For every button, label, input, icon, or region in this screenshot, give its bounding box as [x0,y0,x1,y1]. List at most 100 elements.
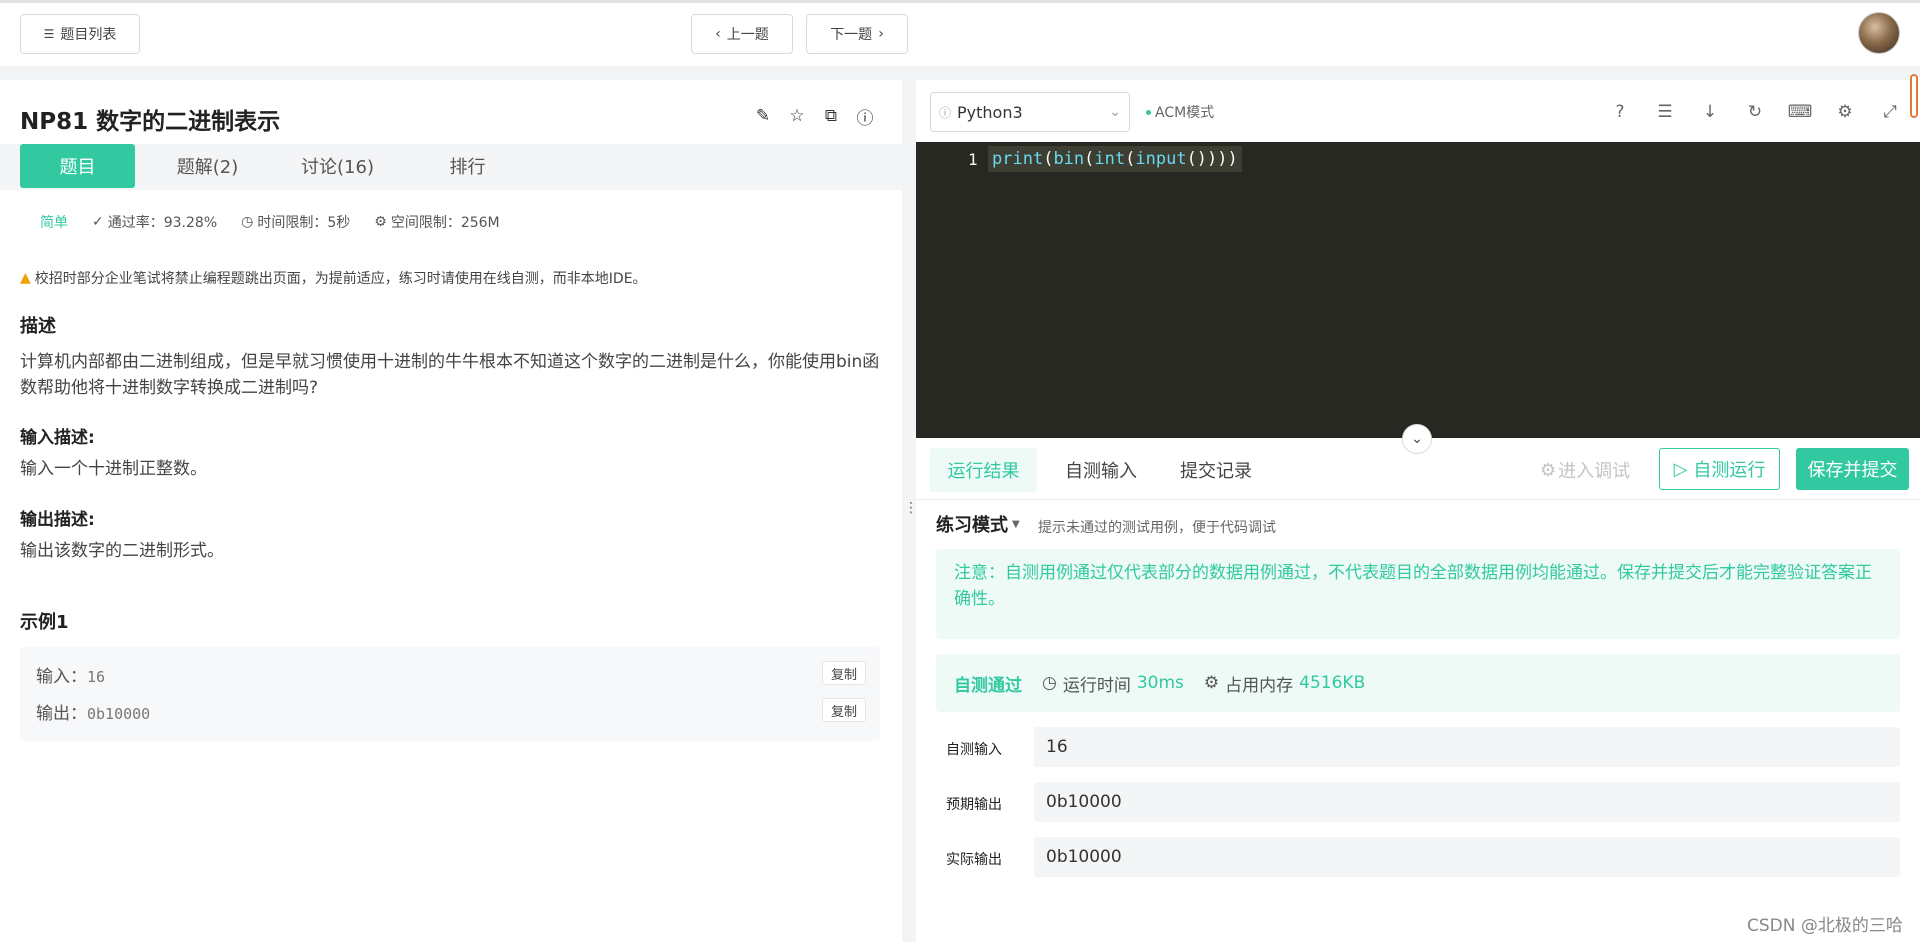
settings-icon[interactable]: ⚙ [1833,100,1857,124]
code-token: print [992,149,1044,169]
chevron-down-icon: ⌄ [1411,431,1423,447]
save-submit-button[interactable]: 保存并提交 [1796,448,1909,490]
code-token: int [1094,149,1126,169]
outline-list-icon[interactable]: ☰ [1653,100,1677,124]
language-select[interactable]: ⓘ Python3 ⌄ [930,92,1130,132]
code-token: ( [1125,149,1136,169]
enter-debug-button[interactable]: ⚙ 进入调试 [1540,448,1630,492]
clock-icon: ◷ [241,214,254,230]
example-output-row: 输出：0b10000 [36,699,150,724]
acm-mode-label: ACM模式 [1155,105,1215,121]
code-line[interactable]: print(bin(int(input()))) [988,146,1242,172]
language-value: Python3 [957,102,1023,122]
problem-list-label: 题目列表 [60,27,117,43]
actual-output-label: 实际输出 [946,852,1002,868]
refresh-icon[interactable]: ↻ [1743,100,1767,124]
next-problem-button[interactable]: 下一题 › [806,14,908,54]
example-input-label: 输入： [36,667,87,687]
play-icon: ▷ [1673,458,1688,480]
description-heading: 描述 [20,316,56,337]
problem-panel: NP81 数字的二进制表示 ✎ ☆ ⧉ ⓘ 题目 题解(2) 讨论(16) 排行… [0,80,902,942]
mode-dot [1146,109,1151,115]
mode-hint: 提示未通过的测试用例，便于代码调试 [1038,520,1276,536]
output-description: 输出该数字的二进制形式。 [20,541,224,561]
test-status-box: 自测通过 ◷ 运行时间 30ms ⚙ 占用内存 4516KB [936,654,1900,712]
space-limit-text: 空间限制：256M [390,215,500,231]
runtime-label: 运行时间 [1062,675,1131,696]
example-box: 输入：16 复制 输出：0b10000 复制 [20,647,880,741]
star-icon[interactable]: ☆ [787,106,807,126]
notice-box: 注意：自测用例通过仅代表部分的数据用例通过，不代表题目的全部数据用例均能通过。保… [936,549,1900,639]
code-token: bin [1053,149,1085,169]
title-actions: ✎ ☆ ⧉ ⓘ [753,106,875,129]
pass-rate: ✓ 通过率：93.28% [92,212,217,232]
memory-stat: ⚙ 占用内存 4516KB [1204,671,1365,696]
code-editor[interactable]: 1 print(bin(int(input()))) [916,142,1920,438]
external-link-icon[interactable]: ⧉ [821,106,841,126]
copy-input-button[interactable]: 复制 [822,661,866,685]
tab-run-result[interactable]: 运行结果 [930,448,1037,492]
copy-output-button[interactable]: 复制 [822,698,866,722]
runtime-value: 30ms [1136,673,1184,693]
pass-rate-text: 通过率：93.28% [107,215,218,231]
problem-tabs: 题目 题解(2) 讨论(16) 排行 [0,144,902,190]
notice-text: 校招时部分企业笔试将禁止编程题跳出页面，为提前适应，练习时请使用在线自测，而非本… [34,271,647,287]
time-limit: ◷ 时间限制：5秒 [241,212,350,232]
example-input-row: 输入：16 [36,662,105,687]
input-description: 输入一个十进制正整数。 [20,459,207,479]
tab-submit-history[interactable]: 提交记录 [1166,448,1266,492]
self-test-run-button[interactable]: ▷ 自测运行 [1659,448,1780,490]
code-token: input [1135,149,1187,169]
clock-icon: ◷ [1042,673,1057,693]
keyboard-icon[interactable]: ⌨ [1788,100,1813,124]
bug-icon: ⚙ [1540,459,1557,481]
next-label: 下一题 [830,27,873,43]
code-token: ()))) [1186,149,1238,169]
download-icon[interactable]: ↓ [1698,100,1722,124]
expected-output-value: 0b10000 [1034,782,1900,822]
expected-output-label: 预期输出 [946,797,1002,813]
chevron-right-icon: › [878,26,884,42]
memory-label: 占用内存 [1225,675,1294,696]
tab-ranking[interactable]: 排行 [410,144,525,188]
example-output-value: 0b10000 [87,705,151,723]
acm-mode: ACM模式 [1146,102,1214,122]
editor-toolbar: ⓘ Python3 ⌄ ACM模式 ? ☰ ↓ ↻ ⌨ ⚙ ⤢ [916,80,1920,142]
problem-meta: 简单 ✓ 通过率：93.28% ◷ 时间限制：5秒 ⚙ 空间限制：256M [40,212,500,232]
runtime-stat: ◷ 运行时间 30ms [1042,671,1184,696]
tab-problem[interactable]: 题目 [20,144,135,188]
practice-mode-label: 练习模式 [936,515,1008,536]
prev-problem-button[interactable]: ‹ 上一题 [691,14,793,54]
info-icon[interactable]: ⓘ [855,106,875,129]
tab-solutions[interactable]: 题解(2) [150,144,265,188]
line-number: 1 [968,150,978,169]
result-panel: 运行结果 自测输入 提交记录 ⚙ 进入调试 ▷ 自测运行 保存并提交 练习模式 … [916,438,1920,942]
description-text: 计算机内部都由二进制组成，但是早就习惯使用十进制的牛牛根本不知道这个数字的二进制… [20,352,880,398]
help-icon[interactable]: ? [1608,100,1632,124]
top-bar: ☰ 题目列表 ‹ 上一题 下一题 › [0,0,1920,66]
fullscreen-icon[interactable]: ⤢ [1878,100,1902,124]
edit-icon[interactable]: ✎ [753,106,773,126]
list-icon: ☰ [43,27,55,41]
scrollbar-thumb[interactable] [1910,74,1918,118]
code-token: ( [1043,149,1054,169]
divider [916,499,1920,500]
actual-output-value: 0b10000 [1034,837,1900,877]
status-text: 自测通过 [954,675,1022,696]
example-output-label: 输出： [36,704,87,724]
tab-discussion[interactable]: 讨论(16) [280,144,395,188]
avatar[interactable] [1858,12,1900,54]
self-input-label: 自测输入 [946,742,1002,758]
check-circle-icon: ✓ [92,214,104,230]
run-label: 自测运行 [1693,460,1766,481]
practice-mode-select[interactable]: 练习模式 ▼ [936,511,1020,537]
problem-list-button[interactable]: ☰ 题目列表 [20,14,140,54]
self-input-value: 16 [1034,727,1900,767]
problem-title: NP81 数字的二进制表示 [20,109,281,135]
time-limit-text: 时间限制：5秒 [257,215,351,231]
caret-down-icon: ▼ [1012,518,1020,530]
collapse-editor-button[interactable]: ⌄ [1402,424,1432,454]
editor-tool-icons: ? ☰ ↓ ↻ ⌨ ⚙ ⤢ [1608,100,1902,124]
tab-self-input[interactable]: 自测输入 [1051,448,1151,492]
memory-value: 4516KB [1299,673,1366,693]
